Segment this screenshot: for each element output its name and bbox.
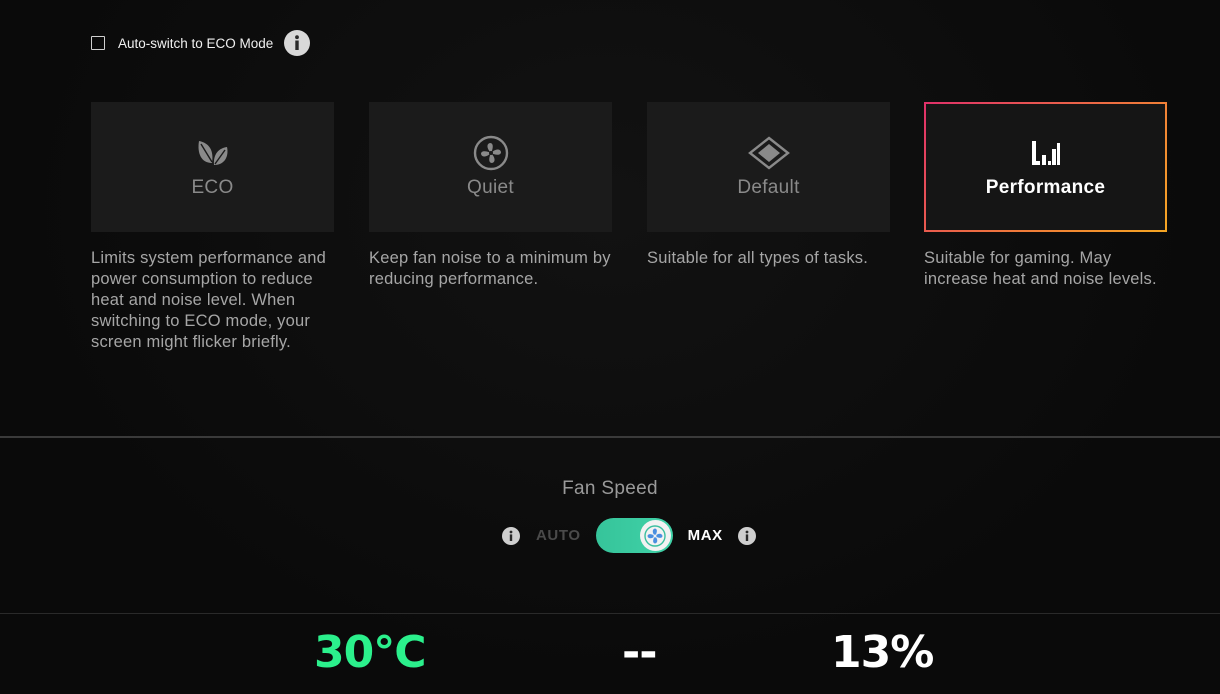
mode-label-quiet: Quiet [467,177,514,198]
fan-speed-title: Fan Speed [562,478,658,499]
leaf-icon [195,135,231,171]
mode-label-default: Default [737,177,800,198]
mode-label-eco: ECO [191,177,234,198]
page: Auto-switch to ECO Mode ECO Limits syste… [0,0,1220,694]
performance-bars-icon [1030,135,1062,171]
section-divider [0,436,1220,438]
max-info-icon[interactable] [737,526,756,545]
eco-auto-switch-label: Auto-switch to ECO Mode [118,35,274,51]
fan-auto-label[interactable]: AUTO [536,527,581,544]
fan-speed-controls: AUTO MAX [502,518,756,553]
mode-description-quiet: Keep fan noise to a minimum by reducing … [369,249,611,288]
middle-readout: -- [622,627,658,678]
auto-info-icon[interactable] [502,526,520,545]
mode-description-performance: Suitable for gaming. May increase heat a… [924,249,1157,288]
mode-label-performance: Performance [985,177,1106,198]
eco-auto-switch-checkbox[interactable] [91,36,105,50]
mode-card-default[interactable]: Default [647,102,890,232]
stats-divider [0,613,1220,614]
mode-quiet: Quiet Keep fan noise to a minimum by red… [369,102,612,290]
fan-knob-icon [639,520,671,551]
info-icon[interactable] [284,30,311,56]
mode-performance: Performance Suitable for gaming. May inc… [924,102,1167,290]
temperature-readout: 30°C [314,627,427,678]
mode-card-performance[interactable]: Performance [924,102,1167,232]
diamond-icon [747,135,791,171]
percent-readout: 13% [831,627,934,678]
mode-default: Default Suitable for all types of tasks. [647,102,890,269]
fan-speed-toggle[interactable] [595,518,673,553]
fan-icon [473,135,509,171]
eco-auto-switch-row: Auto-switch to ECO Mode [91,30,311,56]
fan-max-label[interactable]: MAX [688,527,723,544]
mode-description-default: Suitable for all types of tasks. [647,249,869,267]
mode-card-quiet[interactable]: Quiet [369,102,612,232]
mode-description-eco: Limits system performance and power cons… [91,249,327,351]
mode-eco: ECO Limits system performance and power … [91,102,334,353]
mode-card-eco[interactable]: ECO [91,102,334,232]
